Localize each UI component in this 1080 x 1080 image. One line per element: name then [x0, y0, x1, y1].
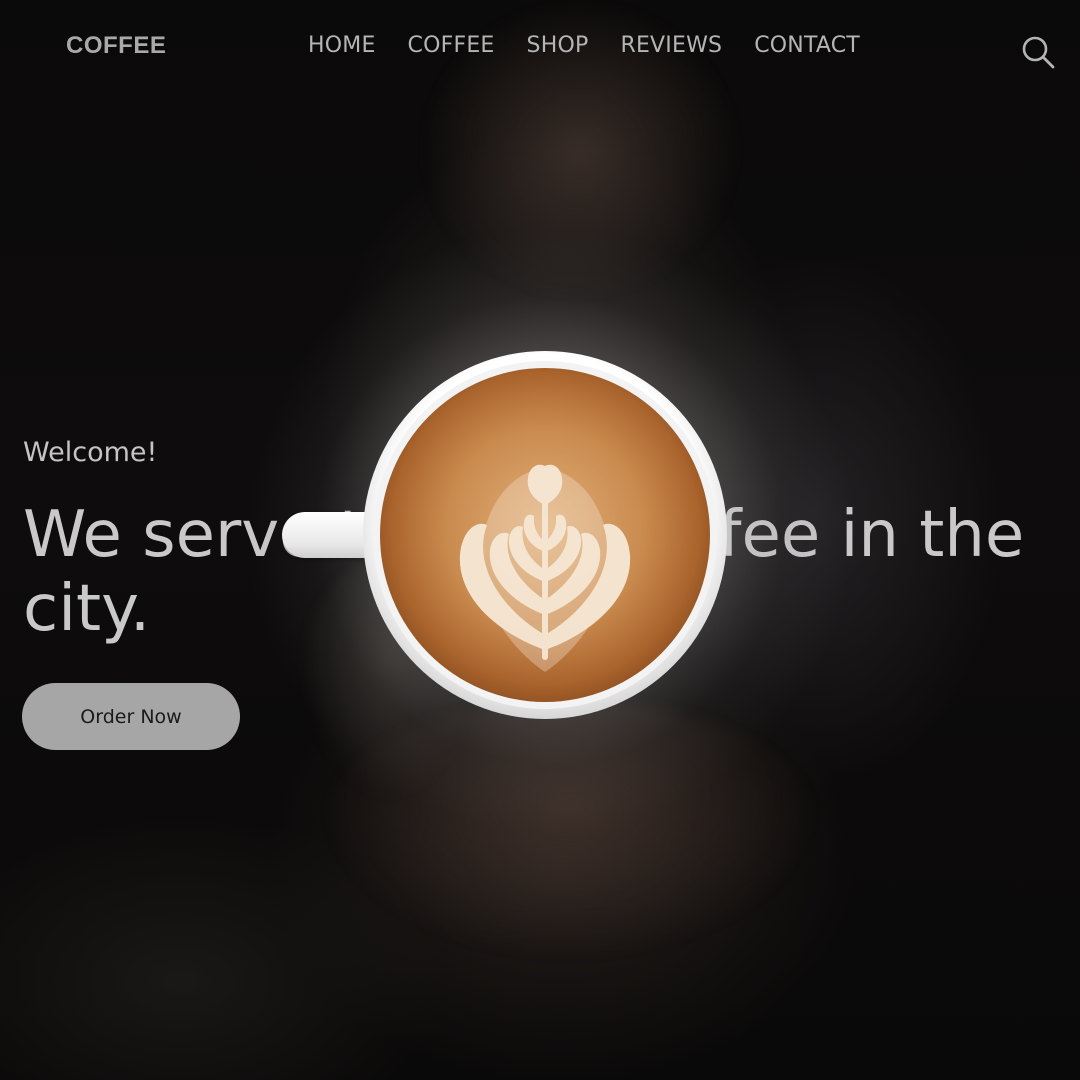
nav-item-shop[interactable]: SHOP [527, 33, 589, 58]
nav-item-coffee[interactable]: COFFEE [408, 33, 495, 58]
top-nav: COFFEE HOME COFFEE SHOP REVIEWS CONTACT [0, 0, 1080, 98]
search-icon[interactable] [1020, 34, 1056, 70]
latte-cup-image [362, 350, 728, 720]
nav-item-home[interactable]: HOME [308, 33, 376, 58]
welcome-text: Welcome! [23, 437, 158, 468]
order-now-button[interactable]: Order Now [22, 683, 240, 750]
nav-menu: HOME COFFEE SHOP REVIEWS CONTACT [308, 33, 860, 58]
logo[interactable]: COFFEE [66, 32, 166, 60]
page: COFFEE HOME COFFEE SHOP REVIEWS CONTACT … [0, 0, 1080, 1080]
nav-item-reviews[interactable]: REVIEWS [620, 33, 722, 58]
background-hand-bottom [320, 700, 820, 960]
nav-item-contact[interactable]: CONTACT [754, 33, 860, 58]
